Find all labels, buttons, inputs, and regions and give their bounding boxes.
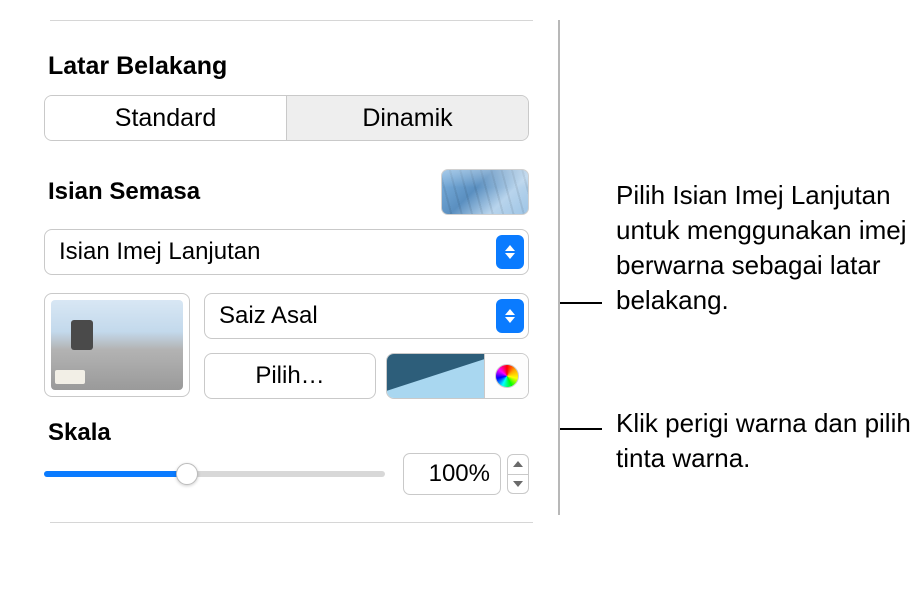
- current-fill-thumbnail[interactable]: [441, 169, 529, 215]
- fill-type-popup[interactable]: Isian Imej Lanjutan: [44, 229, 529, 275]
- stepper-up[interactable]: [508, 455, 528, 475]
- chevron-up-down-icon: [496, 299, 524, 333]
- scale-stepper[interactable]: [507, 454, 529, 494]
- image-well[interactable]: [44, 293, 190, 397]
- fill-type-selected: Isian Imej Lanjutan: [59, 238, 260, 266]
- callout-text: Klik perigi warna dan pilih tinta warna.: [616, 408, 911, 473]
- scale-slider[interactable]: [44, 464, 385, 484]
- background-panel: Latar Belakang Standard Dinamik Isian Se…: [20, 20, 560, 515]
- callout-color-well: Klik perigi warna dan pilih tinta warna.: [560, 406, 924, 476]
- choose-button[interactable]: Pilih…: [204, 353, 376, 399]
- scale-label: Skala: [48, 419, 533, 447]
- section-title: Latar Belakang: [48, 52, 533, 81]
- chevron-up-down-icon: [496, 235, 524, 269]
- current-fill-label: Isian Semasa: [48, 178, 200, 206]
- color-picker-button[interactable]: [484, 354, 528, 398]
- tab-dynamic[interactable]: Dinamik: [287, 96, 528, 140]
- stepper-down[interactable]: [508, 475, 528, 494]
- tab-standard[interactable]: Standard: [45, 96, 287, 140]
- color-wheel-icon: [495, 364, 519, 388]
- background-type-segmented[interactable]: Standard Dinamik: [44, 95, 529, 141]
- image-thumbnail: [51, 300, 183, 390]
- callout-fill-type: Pilih Isian Imej Lanjutan untuk mengguna…: [560, 178, 924, 318]
- scale-input[interactable]: [403, 453, 501, 495]
- color-well[interactable]: [386, 353, 529, 399]
- color-swatch: [387, 354, 484, 398]
- image-size-selected: Saiz Asal: [219, 302, 318, 330]
- callout-text: Pilih Isian Imej Lanjutan untuk mengguna…: [616, 180, 907, 315]
- image-size-popup[interactable]: Saiz Asal: [204, 293, 529, 339]
- callouts: Pilih Isian Imej Lanjutan untuk mengguna…: [560, 20, 924, 565]
- slider-thumb[interactable]: [176, 463, 198, 485]
